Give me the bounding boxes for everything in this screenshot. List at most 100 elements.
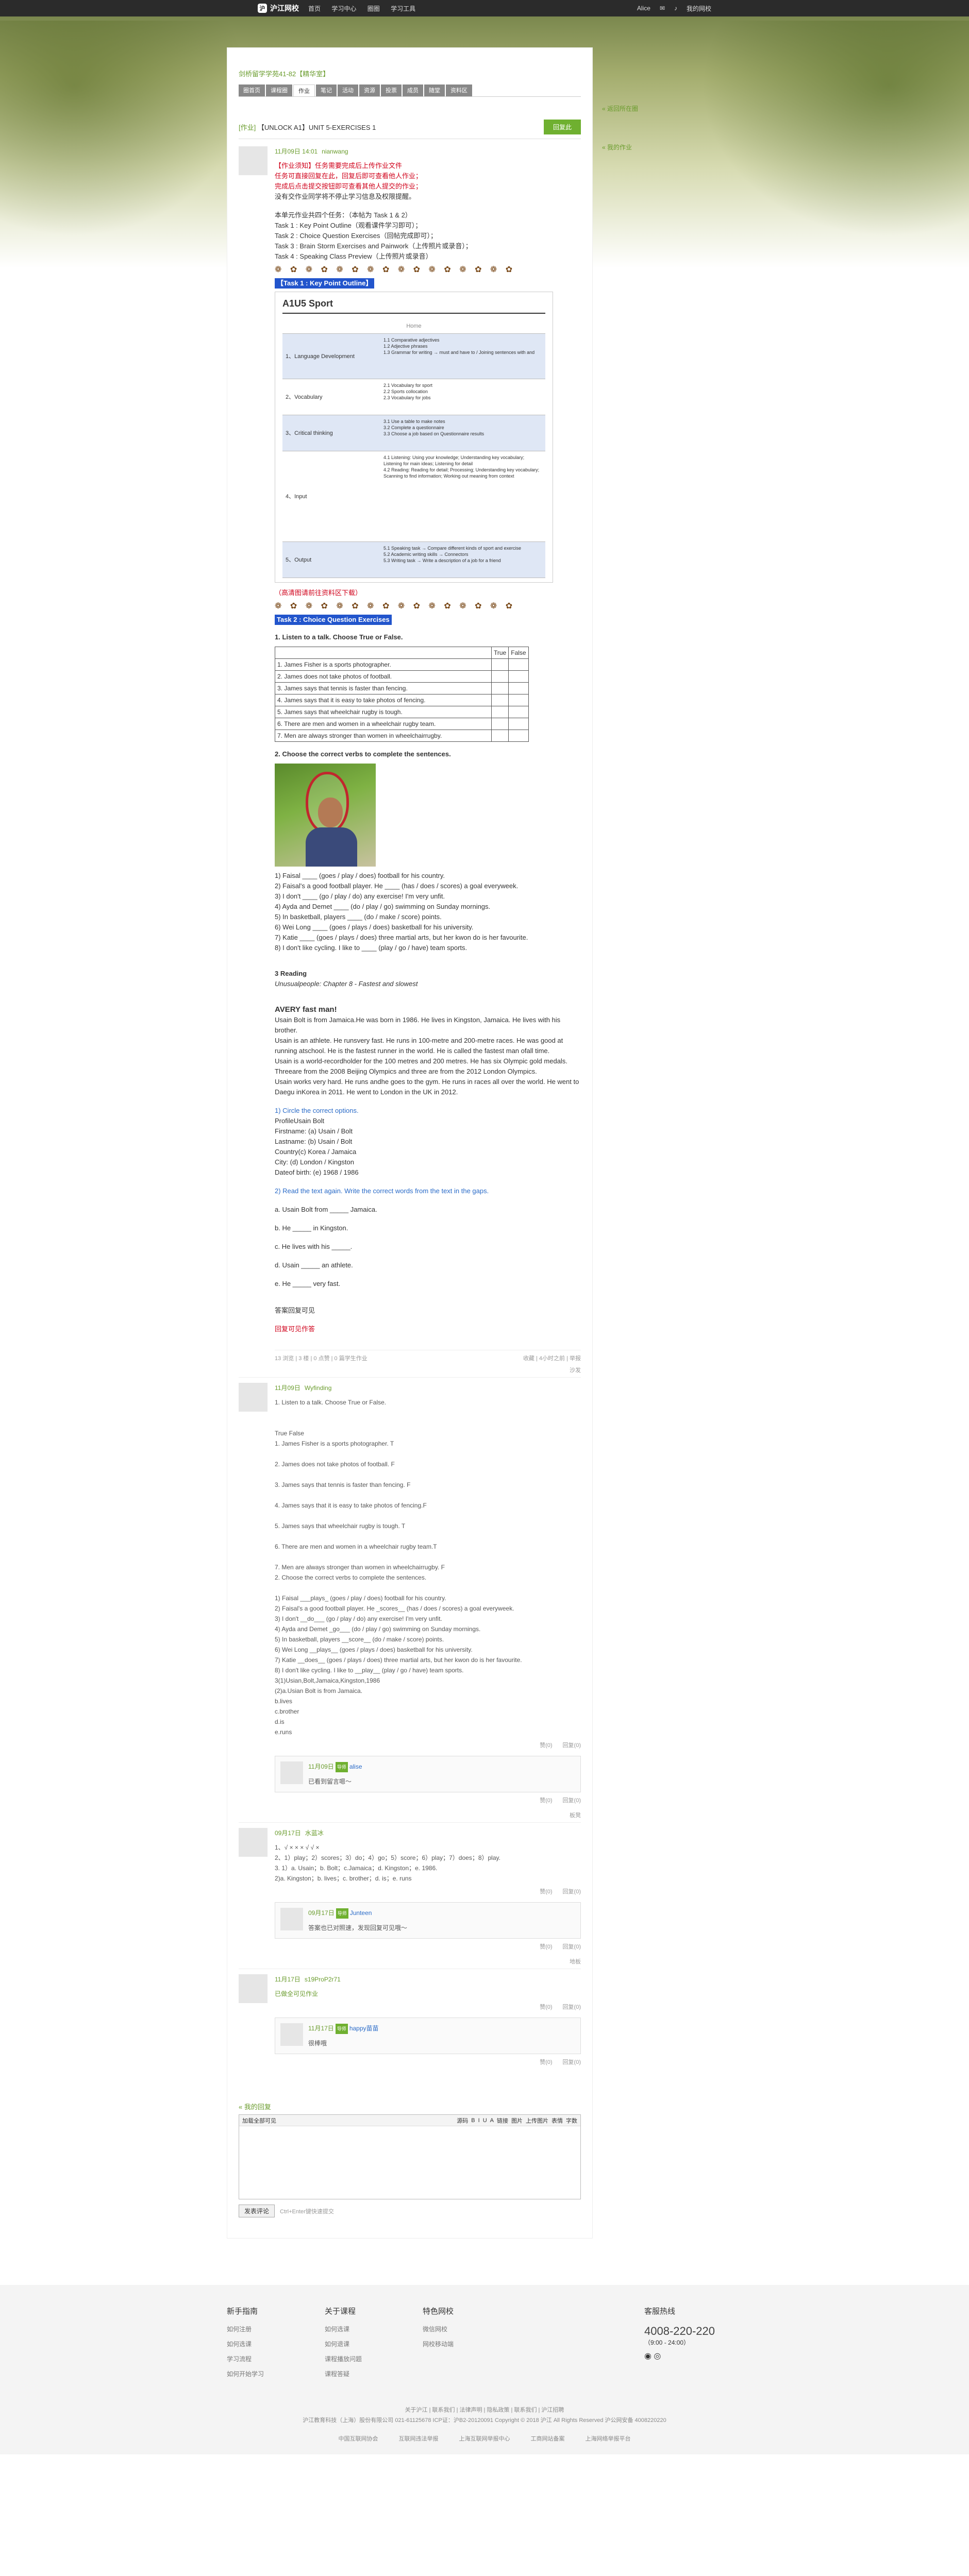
sub-reply-author[interactable]: happy苗苗 [349,2025,379,2032]
group-tabs: 圈首页 课程圈 作业 笔记 活动 资源 投票 成员 随堂 资料区 [239,84,581,97]
figure-row: 1、Language Development 1.1 Comparative ad… [282,334,545,379]
weibo-icon[interactable]: ◎ [654,2352,661,2361]
tab-vote[interactable]: 投票 [381,84,402,96]
trust-badge[interactable]: 互联网违法举报 [399,2434,439,2444]
word-count-button[interactable]: 字数 [566,2116,577,2125]
like-button[interactable]: 赞(0) [540,1795,552,1806]
post-body: 11月09日 14:01 nianwang 【作业须知】任务需要完成后上传作业文件… [275,146,581,1364]
reply-editor[interactable]: 加载全部可见 源码 B I U A 链接 图片 上传图片 表情 字数 [239,2114,581,2199]
reply-actions: 赞(0) 回复(0) [275,1942,581,1952]
footer-link[interactable]: 课程播放问题 [325,2354,423,2363]
reply-author[interactable]: 水蓝冰 [305,1829,324,1837]
tab-class[interactable]: 随堂 [424,84,445,96]
tab-files[interactable]: 资料区 [446,84,472,96]
back-to-circle-link[interactable]: « 返回所在圈 [602,104,727,113]
footer-link[interactable]: 如何开始学习 [227,2369,325,2378]
footer-link[interactable]: 如何选课 [325,2325,423,2333]
like-button[interactable]: 赞(0) [540,1942,552,1952]
footer-link[interactable]: 如何注册 [227,2325,325,2333]
reply-button[interactable]: 回复此 [543,120,581,134]
tab-home[interactable]: 圈首页 [239,84,265,96]
group-title[interactable]: 剑桥留学学苑41-82【精华室】 [239,69,581,78]
emoji-button[interactable]: 表情 [552,2116,563,2125]
tab-homework[interactable]: 作业 [293,84,315,96]
post-actions[interactable]: 收藏 | 4小时之前 | 举报 [523,1353,581,1364]
table-row: 1. James Fisher is a sports photographer… [275,658,529,671]
site-logo[interactable]: 沪沪江网校 [258,3,299,13]
my-school-link[interactable]: 我的网校 [687,4,711,13]
like-button[interactable]: 赞(0) [540,2057,552,2067]
reply-line [275,1418,581,1428]
upload-image-button[interactable]: 上传图片 [526,2116,548,2125]
reply-link[interactable]: 回复(0) [563,1942,581,1952]
sub-reply-author[interactable]: alise [349,1763,362,1770]
reply-link[interactable]: 回复(0) [563,1887,581,1897]
nav-home[interactable]: 首页 [308,5,321,12]
reply-line: 3) I don't __do___ (go / play / do) any … [275,1615,442,1622]
nav-tools[interactable]: 学习工具 [391,5,415,12]
avatar[interactable] [239,1383,268,1412]
gap-item: d. Usain _____ an athlete. [275,1261,353,1269]
avatar[interactable] [239,1828,268,1857]
footer-link[interactable]: 如何选课 [227,2340,325,2348]
nav-circle[interactable]: 圈圈 [367,5,380,12]
avatar[interactable] [280,1761,303,1784]
avatar[interactable] [280,2023,303,2046]
trust-badge[interactable]: 中国互联网协会 [339,2434,378,2444]
table-row: 3. James says that tennis is faster than… [275,682,529,694]
reply-line: 6. There are men and women in a wheelcha… [275,1543,437,1550]
nav-learning-center[interactable]: 学习中心 [331,5,356,12]
like-button[interactable]: 赞(0) [540,2002,552,2012]
mail-icon[interactable]: ✉ [660,5,665,12]
footer-links[interactable]: 关于沪江 | 联系我们 | 法律声明 | 隐私政策 | 联系我们 | 沪江招聘 [227,2405,742,2415]
color-button[interactable]: A [490,2117,494,2124]
footer-link[interactable]: 如何退课 [325,2340,423,2348]
wechat-icon[interactable]: ◉ [644,2352,651,2361]
italic-button[interactable]: I [478,2117,480,2124]
sub-reply-author[interactable]: Junteen [350,1909,372,1917]
source-button[interactable]: 源码 [457,2116,468,2125]
like-button[interactable]: 赞(0) [540,1887,552,1897]
my-homework-link[interactable]: « 我的作业 [602,143,727,151]
tab-resources[interactable]: 资源 [359,84,380,96]
footer-link[interactable]: 课程答疑 [325,2369,423,2378]
reply-author[interactable]: s19ProP2r71 [305,1976,341,1983]
reply-link[interactable]: 回复(0) [563,1795,581,1806]
figure-title: A1U5 Sport [282,298,545,314]
avatar[interactable] [239,146,268,175]
true-false-table: True False 1. James Fisher is a sports ph… [275,647,529,742]
trust-badge[interactable]: 上海互联网举报中心 [459,2434,510,2444]
exercise-heading: 2) Read the text again. Write the correc… [275,1187,489,1195]
reply-link[interactable]: 回复(0) [563,2002,581,2012]
table-row: 7. Men are always stronger than women in… [275,730,529,742]
tab-events[interactable]: 活动 [338,84,358,96]
post-footer: 13 浏览 | 3 楼 | 0 点赞 | 0 篇学生作业 收藏 | 4小时之前 … [275,1350,581,1364]
like-button[interactable]: 赞(0) [540,1740,552,1751]
link-button[interactable]: 链接 [497,2116,508,2125]
post-author[interactable]: nianwang [322,148,348,155]
my-reply-section: « 我的回复 加载全部可见 源码 B I U A 链接 图片 上传图片 表情 字… [239,2102,581,2217]
avatar[interactable] [239,1974,268,2003]
footer-column: 关于课程 如何选课 如何退课 课程播放问题 课程答疑 [325,2306,423,2384]
reply-author[interactable]: Wyfinding [305,1384,332,1392]
copyright: 沪江教育科技（上海）股份有限公司 021-61125678 ICP证：沪B2-2… [303,2417,666,2424]
user-menu[interactable]: Alice [637,5,650,12]
bell-icon[interactable]: ♪ [674,5,677,12]
footer-link[interactable]: 网校移动端 [423,2340,521,2348]
figure-row: 4、Input 4.1 Listening: Using your knowled… [282,451,545,542]
trust-badge[interactable]: 工商网站备案 [531,2434,565,2444]
avatar[interactable] [280,1908,303,1930]
tab-notes[interactable]: 笔记 [316,84,337,96]
trust-badge[interactable]: 上海网络举报平台 [586,2434,631,2444]
tab-course[interactable]: 课程圈 [266,84,292,96]
submit-button[interactable]: 发表评论 [239,2205,275,2217]
tab-members[interactable]: 成员 [403,84,423,96]
bold-button[interactable]: B [471,2117,475,2124]
gap-item: b. He _____ in Kingston. [275,1224,348,1232]
footer-link[interactable]: 微信网校 [423,2325,521,2333]
underline-button[interactable]: U [483,2117,487,2124]
image-button[interactable]: 图片 [511,2116,523,2125]
footer-link[interactable]: 学习流程 [227,2354,325,2363]
reply-link[interactable]: 回复(0) [563,2057,581,2067]
reply-link[interactable]: 回复(0) [563,1740,581,1751]
